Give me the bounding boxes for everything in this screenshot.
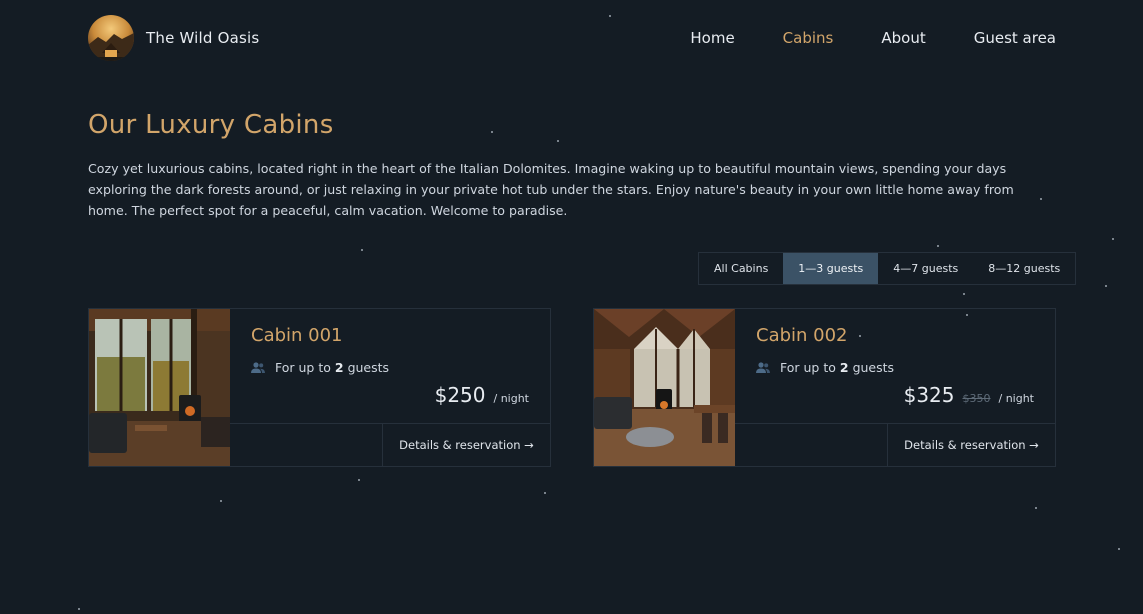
- users-icon: [756, 361, 770, 373]
- intro-text: Cozy yet luxurious cabins, located right…: [88, 161, 1014, 219]
- star-dot: [1105, 285, 1107, 287]
- cabin-capacity: For up to 2 guests: [251, 360, 529, 375]
- site-header: The Wild Oasis Home Cabins About Guest a…: [88, 14, 1056, 62]
- capacity-suffix: guests: [347, 360, 390, 375]
- cabin-card: Cabin 002 For up to 2 guests $325 $350 /…: [593, 308, 1056, 467]
- per-night-label: / night: [998, 392, 1035, 405]
- page: The Wild Oasis Home Cabins About Guest a…: [0, 0, 1143, 614]
- star-dot: [1035, 507, 1037, 509]
- capacity-count: 2: [839, 360, 849, 375]
- star-dot: [220, 500, 222, 502]
- cabin-info: Cabin 002 For up to 2 guests $325 $350 /…: [735, 309, 1055, 423]
- cabin-card: Cabin 001 For up to 2 guests $250 / nigh…: [88, 308, 551, 467]
- star-dot: [358, 479, 360, 481]
- page-title: Our Luxury Cabins: [88, 110, 334, 140]
- star-dot: [1118, 548, 1120, 550]
- logo-icon: [88, 15, 134, 61]
- brand-name: The Wild Oasis: [146, 29, 260, 47]
- filter-1-3-guests[interactable]: 1—3 guests: [783, 253, 879, 284]
- star-dot: [544, 492, 546, 494]
- filter-all-cabins[interactable]: All Cabins: [699, 253, 783, 284]
- star-dot: [557, 140, 559, 142]
- nav-guest-area[interactable]: Guest area: [974, 29, 1056, 47]
- cabin-capacity: For up to 2 guests: [756, 360, 1034, 375]
- star-dot: [491, 131, 493, 133]
- main-nav: Home Cabins About Guest area: [690, 29, 1056, 47]
- details-reservation-link[interactable]: Details & reservation →: [887, 424, 1055, 466]
- cabin-info: Cabin 001 For up to 2 guests $250 / nigh…: [230, 309, 550, 423]
- capacity-prefix: For up to: [780, 360, 836, 375]
- price-row: $325 $350 / night: [904, 383, 1034, 407]
- capacity-prefix: For up to: [275, 360, 331, 375]
- capacity-suffix: guests: [852, 360, 895, 375]
- nav-about[interactable]: About: [881, 29, 925, 47]
- capacity-text: For up to 2 guests: [780, 360, 894, 375]
- nav-cabins[interactable]: Cabins: [783, 29, 834, 47]
- star-dot: [937, 245, 939, 247]
- cabin-price: $250: [434, 383, 486, 407]
- star-dot: [361, 249, 363, 251]
- nav-home[interactable]: Home: [690, 29, 734, 47]
- filter-8-12-guests[interactable]: 8—12 guests: [973, 253, 1075, 284]
- capacity-count: 2: [334, 360, 344, 375]
- cabin-image: [89, 309, 230, 466]
- details-reservation-link[interactable]: Details & reservation →: [382, 424, 550, 466]
- cabin-price: $325: [903, 383, 955, 407]
- star-dot: [1112, 238, 1114, 240]
- capacity-filter: All Cabins 1—3 guests 4—7 guests 8—12 gu…: [698, 252, 1077, 285]
- brand-link[interactable]: The Wild Oasis: [88, 15, 259, 61]
- cabin-name: Cabin 001: [251, 325, 343, 346]
- cabin-card-footer: Details & reservation →: [230, 423, 550, 466]
- cabin-card-footer: Details & reservation →: [735, 423, 1055, 466]
- capacity-text: For up to 2 guests: [275, 360, 389, 375]
- cabin-name: Cabin 002: [756, 325, 848, 346]
- cabin-old-price: $350: [962, 392, 991, 405]
- star-dot: [963, 293, 965, 295]
- filter-4-7-guests[interactable]: 4—7 guests: [878, 253, 973, 284]
- star-dot: [78, 608, 80, 610]
- users-icon: [251, 361, 265, 373]
- cabin-image: [594, 309, 735, 466]
- price-row: $250 / night: [435, 383, 529, 407]
- cabin-card-body: Cabin 001 For up to 2 guests $250 / nigh…: [230, 309, 550, 466]
- cabin-card-body: Cabin 002 For up to 2 guests $325 $350 /…: [735, 309, 1055, 466]
- per-night-label: / night: [493, 392, 530, 405]
